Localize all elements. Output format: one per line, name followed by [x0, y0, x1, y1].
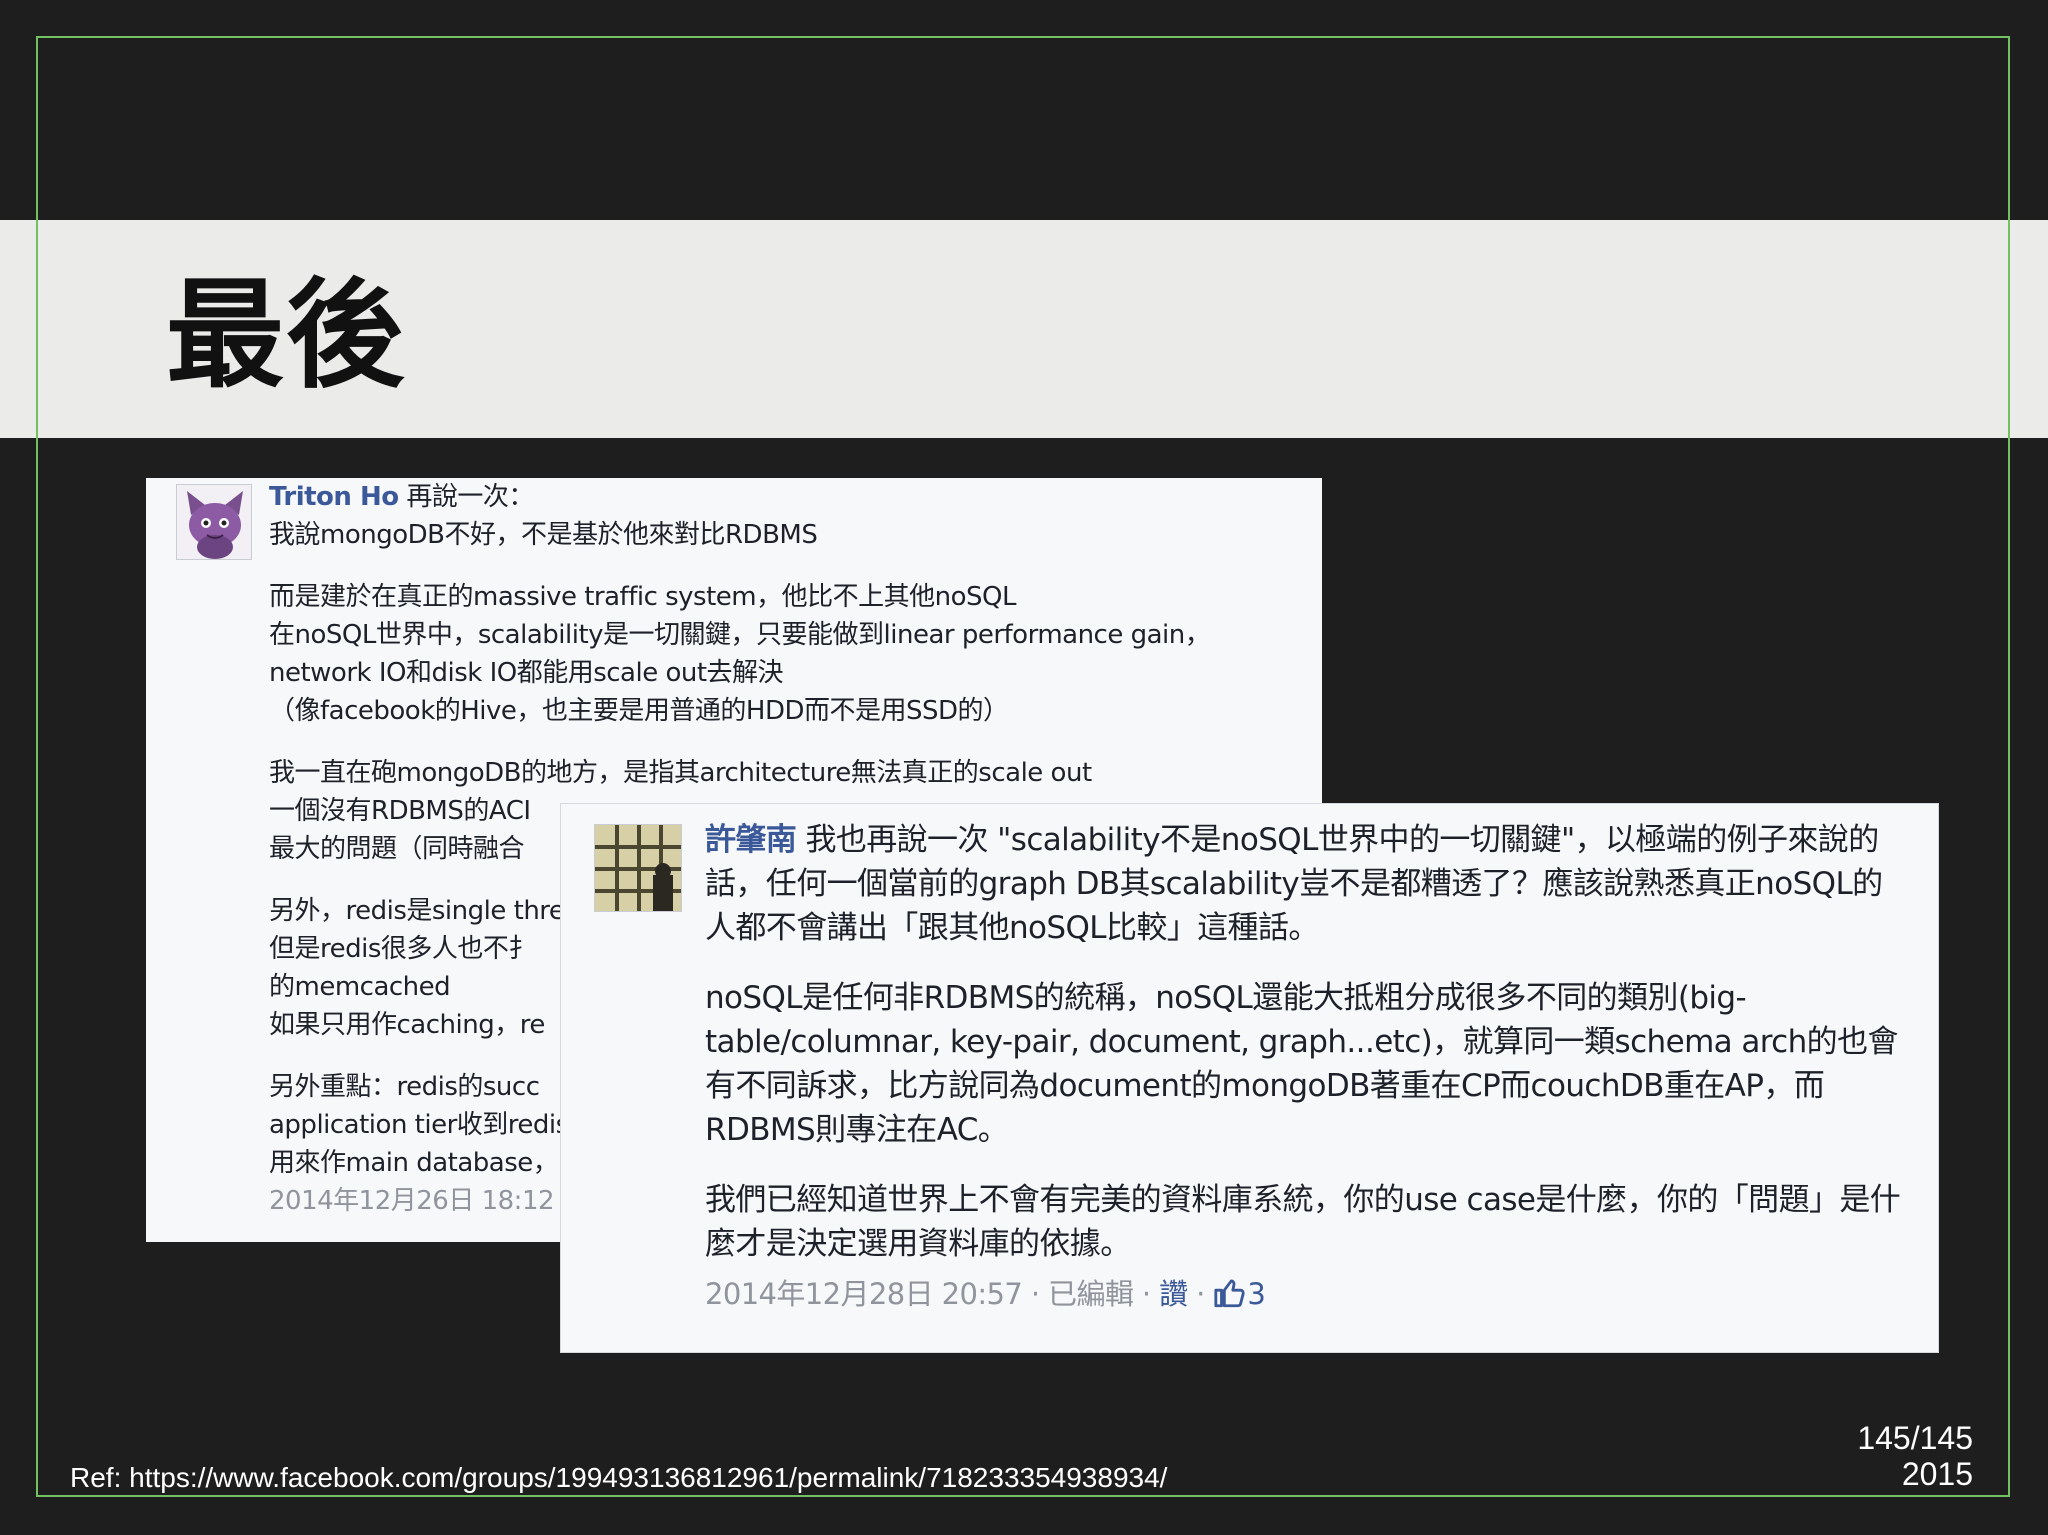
- comment-line: 但是redis很多人也不扌: [269, 934, 534, 964]
- page-number: 145/145: [1857, 1420, 1973, 1456]
- slide-year: 2015: [1901, 1456, 1973, 1492]
- meta-separator: ·: [1187, 1277, 1214, 1311]
- like-link[interactable]: 讚: [1159, 1277, 1188, 1311]
- comment-line: 我一直在砲mongoDB的地方，是指其architecture無法真正的scal…: [269, 758, 1092, 788]
- avatar-reply-author: [594, 824, 682, 912]
- comment-line: 我說mongoDB不好，不是基於他來對比RDBMS: [269, 520, 818, 550]
- comment-line: application tier收到redis: [269, 1110, 569, 1140]
- like-count: 3: [1247, 1277, 1266, 1311]
- comment-line: 另外重點：redis的succ: [269, 1072, 540, 1102]
- comment-author[interactable]: Triton Ho: [269, 482, 399, 512]
- reply-author[interactable]: 許肇南: [705, 822, 797, 858]
- page-info: 145/145 2015: [1857, 1420, 1973, 1492]
- reply-paragraph: 我們已經知道世界上不會有完美的資料庫系統，你的use case是什麼，你的「問題…: [705, 1182, 1901, 1262]
- cat-avatar-icon: [177, 485, 251, 559]
- reply-paragraph: noSQL是任何非RDBMS的統稱，noSQL還能大抵粗分成很多不同的類別(bi…: [705, 980, 1898, 1148]
- comment-timestamp[interactable]: 2014年12月26日 18:12 ·: [269, 1186, 570, 1216]
- comment-line: 如果只用作caching，re: [269, 1010, 545, 1040]
- window-photo-avatar-icon: [595, 825, 681, 911]
- comment-line: 在noSQL世界中，scalability是一切關鍵，只要能做到linear p…: [269, 620, 1211, 650]
- reply-timestamp[interactable]: 2014年12月28日 20:57 · 已編輯 ·: [705, 1277, 1159, 1311]
- comment-line: 另外，redis是single thre: [269, 896, 565, 926]
- comment-line: 而是建於在真正的massive traffic system，他比不上其他noS…: [269, 582, 1016, 612]
- comment-line: 一個沒有RDBMS的ACI: [269, 796, 531, 826]
- reference-link[interactable]: Ref: https://www.facebook.com/groups/199…: [70, 1462, 1167, 1494]
- comment-line: （像facebook的Hive，也主要是用普通的HDD而不是用SSD的）: [269, 696, 1009, 726]
- thumbs-up-icon: [1214, 1279, 1246, 1308]
- reply-paragraph: 我也再說一次 "scalability不是noSQL世界中的一切關鍵"，以極端的…: [705, 822, 1883, 946]
- slide-title: 最後: [166, 266, 407, 404]
- comment-line: 最大的問題（同時融合: [269, 834, 525, 864]
- reply-body: 許肇南 我也再說一次 "scalability不是noSQL世界中的一切關鍵"，…: [705, 818, 1910, 1316]
- reply-meta: 2014年12月28日 20:57 · 已編輯 · 讚 · 3: [705, 1272, 1910, 1316]
- comment-line: network IO和disk IO都能用scale out去解決: [269, 658, 784, 688]
- avatar-triton-ho: [176, 484, 252, 560]
- comment-intro: 再說一次：: [398, 482, 534, 512]
- like-count-button[interactable]: 3: [1213, 1277, 1266, 1311]
- comment-line: 用來作main database，: [269, 1148, 559, 1178]
- comment-line: 的memcached: [269, 972, 451, 1002]
- comment-card-reply: 許肇南 我也再說一次 "scalability不是noSQL世界中的一切關鍵"，…: [561, 804, 1938, 1352]
